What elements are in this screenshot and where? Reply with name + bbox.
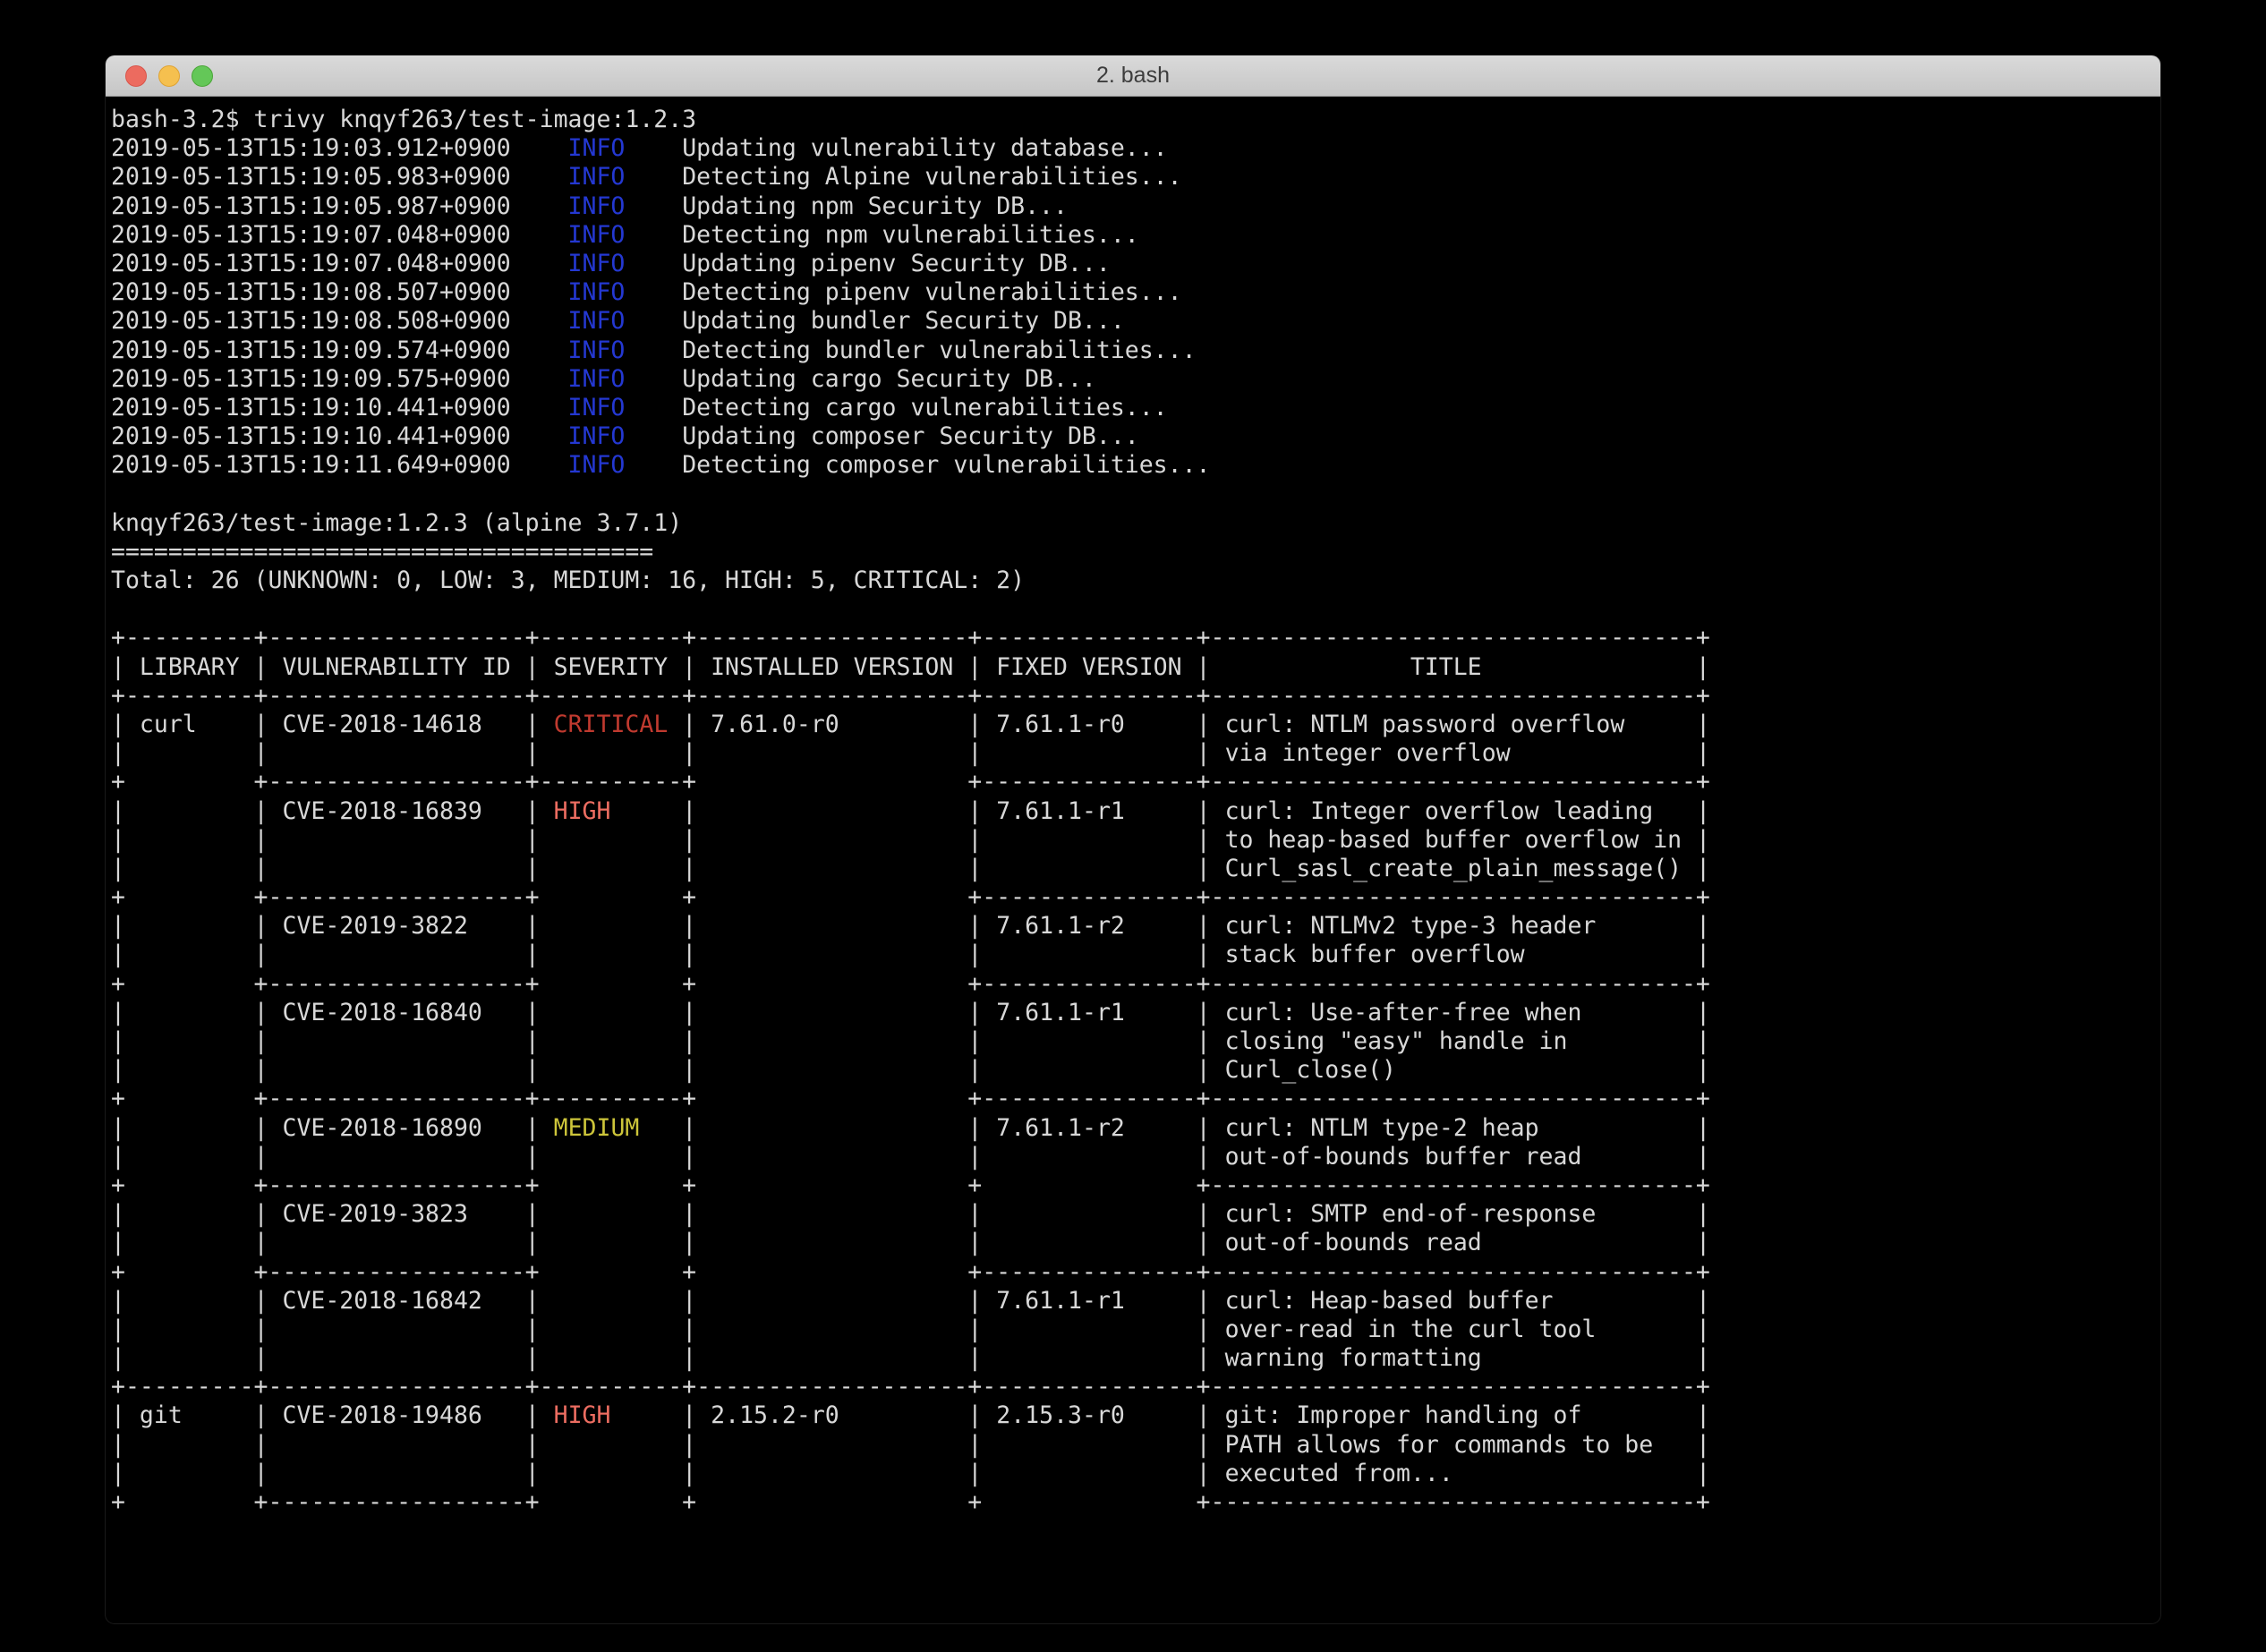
terminal-line: | curl | CVE-2018-14618 | CRITICAL | 7.6… (111, 711, 2153, 739)
terminal-line: knqyf263/test-image:1.2.3 (alpine 3.7.1) (111, 509, 2153, 538)
terminal-line: | | | | | | stack buffer overflow | (111, 941, 2153, 969)
terminal-line: 2019-05-13T15:19:05.983+0900 INFO Detect… (111, 163, 2153, 192)
terminal-line: 2019-05-13T15:19:09.574+0900 INFO Detect… (111, 336, 2153, 365)
terminal-line: | LIBRARY | VULNERABILITY ID | SEVERITY … (111, 653, 2153, 682)
terminal-line: 2019-05-13T15:19:10.441+0900 INFO Updati… (111, 422, 2153, 451)
terminal-line: | | | | | | to heap-based buffer overflo… (111, 826, 2153, 855)
log-level-badge: INFO (568, 250, 626, 277)
terminal-line: +---------+------------------+----------… (111, 1373, 2153, 1401)
log-level-badge: INFO (568, 451, 626, 479)
terminal-line: | | | | | | Curl_sasl_create_plain_messa… (111, 855, 2153, 883)
log-level-badge: INFO (568, 336, 626, 364)
window-title: 2. bash (1096, 63, 1170, 89)
severity-cell: HIGH (540, 1401, 683, 1429)
log-level-badge: INFO (568, 394, 626, 422)
terminal-line: | | CVE-2018-16839 | HIGH | | 7.61.1-r1 … (111, 797, 2153, 826)
terminal-line: | | | | | | Curl_close() | (111, 1056, 2153, 1085)
zoom-button[interactable] (192, 65, 213, 87)
terminal-body[interactable]: bash-3.2$ trivy knqyf263/test-image:1.2.… (106, 97, 2160, 1622)
minimize-button[interactable] (158, 65, 180, 87)
terminal-line: | | CVE-2018-16842 | | | 7.61.1-r1 | cur… (111, 1287, 2153, 1316)
terminal-line: | | | | | | via integer overflow | (111, 739, 2153, 768)
log-level-badge: INFO (568, 221, 626, 249)
log-level-badge: INFO (568, 365, 626, 393)
severity-cell: CRITICAL (540, 711, 683, 738)
terminal-window: 2. bash bash-3.2$ trivy knqyf263/test-im… (106, 55, 2160, 1623)
terminal-line: | | | | | | PATH allows for commands to … (111, 1431, 2153, 1460)
terminal-line: | | | | | | out-of-bounds read | (111, 1229, 2153, 1257)
log-level-badge: INFO (568, 278, 626, 306)
severity-cell: MEDIUM (540, 1114, 683, 1142)
terminal-line: + +------------------+ + + +------------… (111, 1488, 2153, 1517)
window-titlebar[interactable]: 2. bash (106, 55, 2160, 97)
terminal-line: | | CVE-2019-3823 | | | | curl: SMTP end… (111, 1200, 2153, 1229)
terminal-line: + +------------------+ + + +------------… (111, 1171, 2153, 1200)
terminal-line: | | | | | | warning formatting | (111, 1344, 2153, 1373)
terminal-line: + +------------------+ + +--------------… (111, 970, 2153, 999)
log-level-badge: INFO (568, 422, 626, 450)
terminal-line: 2019-05-13T15:19:07.048+0900 INFO Updati… (111, 250, 2153, 278)
terminal-line: + +------------------+----------+ +-----… (111, 768, 2153, 796)
traffic-lights (125, 65, 213, 87)
terminal-line: + +------------------+ + +--------------… (111, 883, 2153, 912)
terminal-screen: bash-3.2$ trivy knqyf263/test-image:1.2.… (106, 97, 2160, 1517)
terminal-line: 2019-05-13T15:19:07.048+0900 INFO Detect… (111, 221, 2153, 250)
terminal-line: | | | | | | closing "easy" handle in | (111, 1027, 2153, 1056)
terminal-line: | | | | | | out-of-bounds buffer read | (111, 1143, 2153, 1171)
close-button[interactable] (125, 65, 147, 87)
terminal-line: bash-3.2$ trivy knqyf263/test-image:1.2.… (111, 106, 2153, 134)
log-level-badge: INFO (568, 163, 626, 191)
terminal-line: 2019-05-13T15:19:09.575+0900 INFO Updati… (111, 365, 2153, 394)
terminal-line: + +------------------+ + +--------------… (111, 1258, 2153, 1287)
log-level-badge: INFO (568, 192, 626, 220)
log-level-badge: INFO (568, 307, 626, 335)
log-level-badge: INFO (568, 134, 626, 162)
terminal-line: 2019-05-13T15:19:03.912+0900 INFO Updati… (111, 134, 2153, 163)
terminal-line: Total: 26 (UNKNOWN: 0, LOW: 3, MEDIUM: 1… (111, 566, 2153, 595)
terminal-line: ====================================== (111, 538, 2153, 566)
terminal-line: | | CVE-2018-16890 | MEDIUM | | 7.61.1-r… (111, 1114, 2153, 1143)
terminal-line: | | | | | | over-read in the curl tool | (111, 1316, 2153, 1344)
terminal-line: + +------------------+----------+ +-----… (111, 1085, 2153, 1113)
terminal-line: 2019-05-13T15:19:11.649+0900 INFO Detect… (111, 451, 2153, 480)
terminal-line: | | | | | | executed from... | (111, 1460, 2153, 1488)
terminal-line: 2019-05-13T15:19:05.987+0900 INFO Updati… (111, 192, 2153, 221)
terminal-line: | git | CVE-2018-19486 | HIGH | 2.15.2-r… (111, 1401, 2153, 1430)
terminal-line: +---------+------------------+----------… (111, 682, 2153, 711)
terminal-line: 2019-05-13T15:19:08.507+0900 INFO Detect… (111, 278, 2153, 307)
terminal-line: +---------+------------------+----------… (111, 624, 2153, 652)
terminal-line: | | CVE-2019-3822 | | | 7.61.1-r2 | curl… (111, 912, 2153, 941)
terminal-line (111, 595, 2153, 624)
terminal-line: 2019-05-13T15:19:10.441+0900 INFO Detect… (111, 394, 2153, 422)
severity-cell: HIGH (540, 797, 683, 825)
terminal-line: 2019-05-13T15:19:08.508+0900 INFO Updati… (111, 307, 2153, 336)
terminal-line (111, 480, 2153, 508)
terminal-line: | | CVE-2018-16840 | | | 7.61.1-r1 | cur… (111, 999, 2153, 1027)
